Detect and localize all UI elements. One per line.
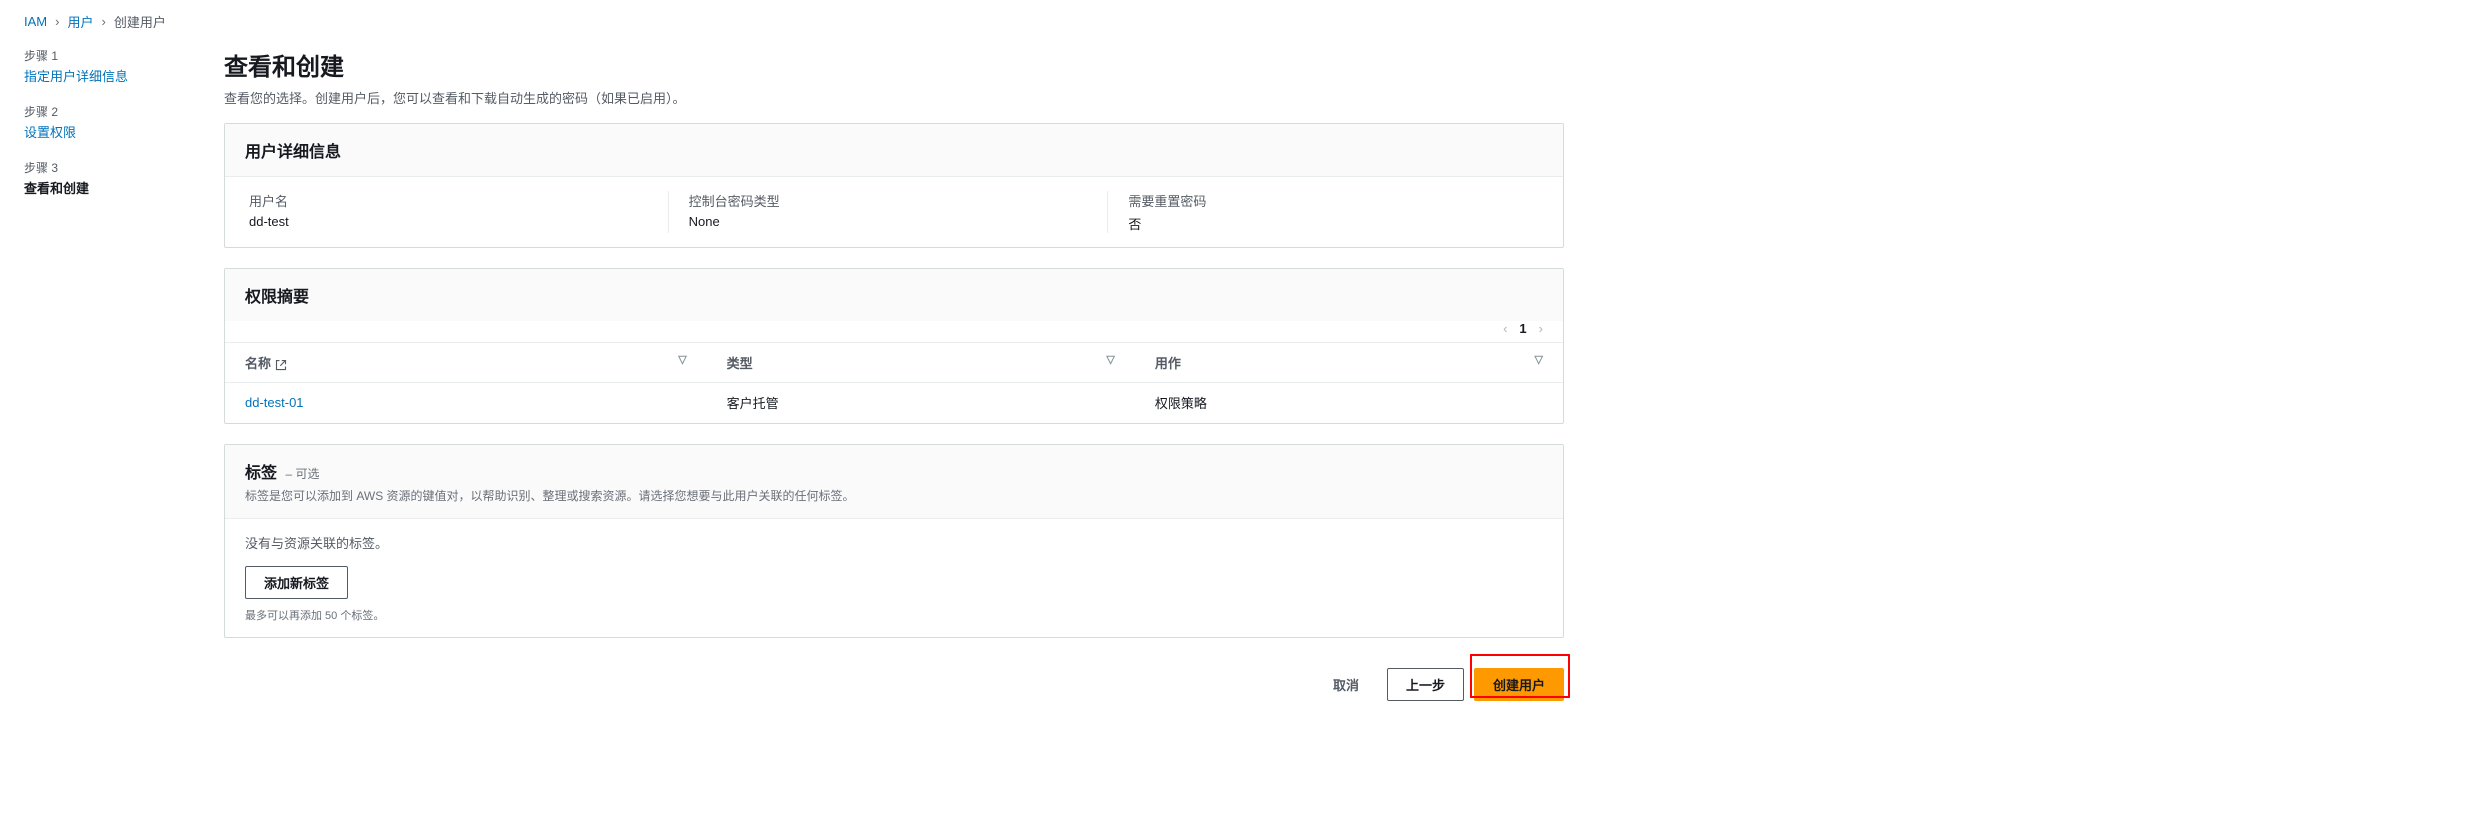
permissions-table: 名称 ▽ 类型 ▽ 用作 ▽ [225, 342, 1563, 423]
breadcrumb-users[interactable]: 用户 [67, 12, 93, 31]
pagination: ‹ 1 › [225, 321, 1563, 342]
footer-actions: 取消 上一步 创建用户 [224, 658, 1564, 711]
username-label: 用户名 [249, 191, 660, 210]
next-page-icon[interactable]: › [1539, 321, 1543, 336]
panel-title: 标签 – 可选 [245, 459, 1543, 483]
policy-used-as: 权限策略 [1135, 383, 1563, 423]
column-type[interactable]: 类型 ▽ [707, 343, 1135, 383]
step-2[interactable]: 步骤 2 设置权限 [24, 103, 184, 141]
optional-label: – 可选 [285, 467, 319, 481]
password-type-label: 控制台密码类型 [689, 191, 1100, 210]
panel-title: 用户详细信息 [245, 138, 1543, 162]
tags-panel: 标签 – 可选 标签是您可以添加到 AWS 资源的键值对，以帮助识别、整理或搜索… [224, 444, 1564, 638]
policy-type: 客户托管 [707, 383, 1135, 423]
step-title: 指定用户详细信息 [24, 66, 184, 85]
breadcrumb-iam[interactable]: IAM [24, 14, 47, 29]
sort-icon: ▽ [1535, 353, 1543, 366]
page-number: 1 [1519, 321, 1526, 336]
column-name[interactable]: 名称 ▽ [225, 343, 707, 383]
reset-password-label: 需要重置密码 [1128, 191, 1539, 210]
breadcrumb-current: 创建用户 [114, 12, 166, 31]
breadcrumb: IAM › 用户 › 创建用户 [0, 0, 2485, 31]
step-label: 步骤 2 [24, 103, 184, 120]
previous-button[interactable]: 上一步 [1387, 668, 1464, 701]
cancel-button[interactable]: 取消 [1315, 668, 1377, 701]
main-content: 查看和创建 查看您的选择。创建用户后，您可以查看和下载自动生成的密码（如果已启用… [224, 47, 1564, 711]
create-user-button[interactable]: 创建用户 [1474, 668, 1564, 701]
username-value: dd-test [249, 214, 660, 229]
tags-description: 标签是您可以添加到 AWS 资源的键值对，以帮助识别、整理或搜索资源。请选择您想… [245, 487, 1543, 504]
wizard-steps: 步骤 1 指定用户详细信息 步骤 2 设置权限 步骤 3 查看和创建 [24, 47, 184, 711]
page-title: 查看和创建 [224, 47, 1564, 82]
column-used-as[interactable]: 用作 ▽ [1135, 343, 1563, 383]
chevron-right-icon: › [101, 14, 105, 29]
panel-title: 权限摘要 [245, 283, 1543, 307]
sort-icon: ▽ [1106, 353, 1114, 366]
sort-icon: ▽ [678, 353, 686, 366]
policy-name-link[interactable]: dd-test-01 [245, 395, 304, 410]
reset-password-value: 否 [1128, 214, 1539, 233]
step-label: 步骤 1 [24, 47, 184, 64]
page-description: 查看您的选择。创建用户后，您可以查看和下载自动生成的密码（如果已启用）。 [224, 88, 1564, 107]
chevron-right-icon: › [55, 14, 59, 29]
password-type-value: None [689, 214, 1100, 229]
add-tag-button[interactable]: 添加新标签 [245, 566, 348, 599]
step-label: 步骤 3 [24, 159, 184, 176]
step-title: 设置权限 [24, 122, 184, 141]
table-row: dd-test-01 客户托管 权限策略 [225, 383, 1563, 423]
step-1[interactable]: 步骤 1 指定用户详细信息 [24, 47, 184, 85]
external-link-icon [275, 359, 287, 371]
permissions-panel: 权限摘要 ‹ 1 › 名称 ▽ 类型 [224, 268, 1564, 424]
tags-hint: 最多可以再添加 50 个标签。 [245, 607, 1543, 623]
prev-page-icon[interactable]: ‹ [1503, 321, 1507, 336]
step-3: 步骤 3 查看和创建 [24, 159, 184, 197]
tags-empty-text: 没有与资源关联的标签。 [245, 533, 1543, 552]
step-title: 查看和创建 [24, 178, 184, 197]
user-details-panel: 用户详细信息 用户名 dd-test 控制台密码类型 None 需要重置密码 否 [224, 123, 1564, 248]
